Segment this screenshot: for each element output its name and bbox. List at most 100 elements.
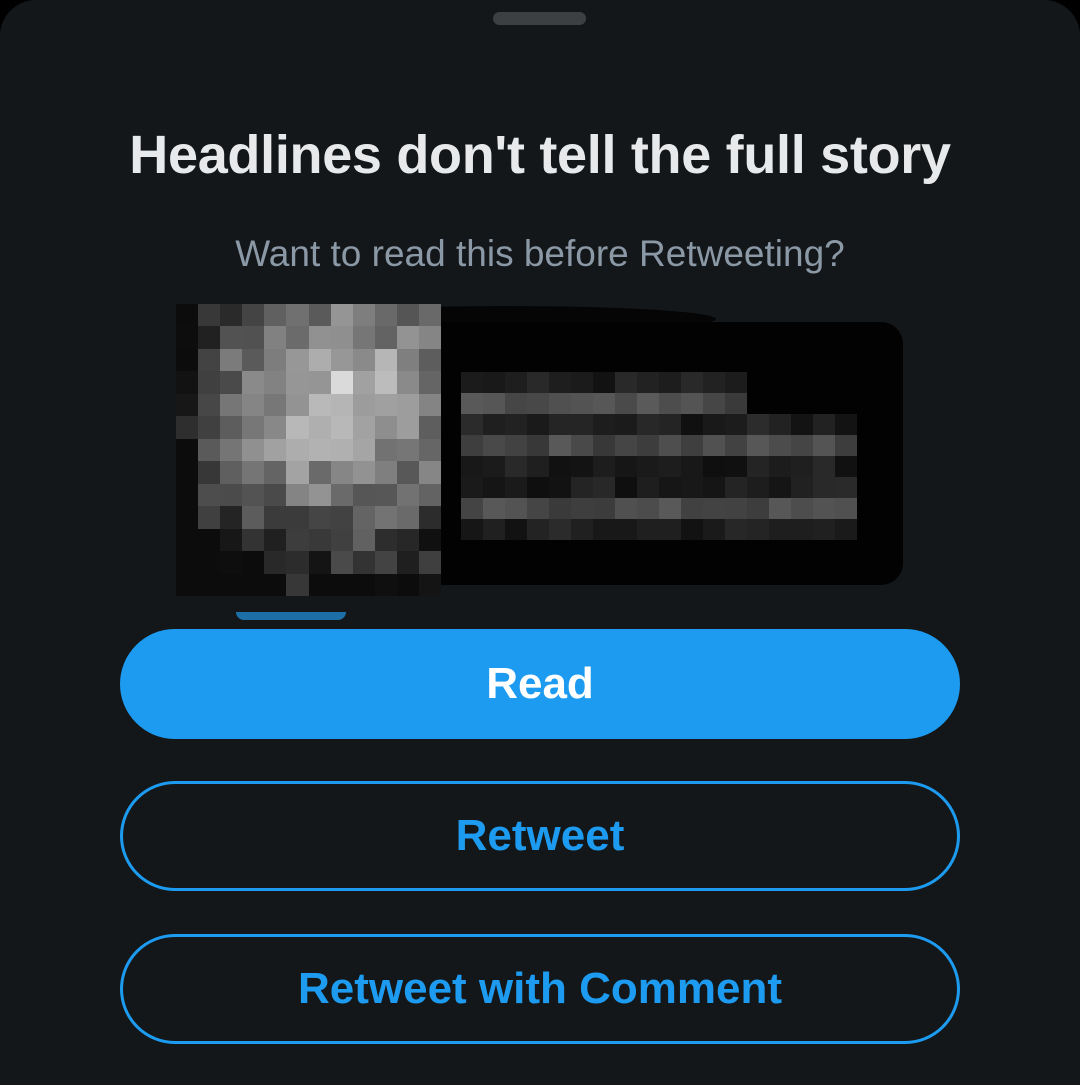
mosaic-cell — [483, 393, 505, 414]
mosaic-cell — [835, 435, 857, 456]
mosaic-cell — [220, 304, 243, 327]
mosaic-cell — [352, 371, 375, 394]
mosaic-cell — [791, 498, 813, 519]
mosaic-cell — [593, 372, 615, 393]
mosaic-cell — [571, 372, 593, 393]
mosaic-cell — [703, 435, 725, 456]
mosaic-cell — [549, 456, 571, 477]
mosaic-cell — [374, 483, 397, 507]
mosaic-row — [461, 477, 861, 498]
mosaic-cell — [549, 519, 571, 540]
mosaic-cell — [176, 416, 199, 439]
retweet-with-comment-button[interactable]: Retweet with Comment — [120, 934, 960, 1044]
mosaic-cell — [747, 498, 769, 519]
mosaic-row — [461, 372, 861, 393]
mosaic-cell — [703, 456, 725, 477]
mosaic-cell — [308, 573, 331, 596]
read-button[interactable]: Read — [120, 629, 960, 739]
mosaic-cell — [505, 498, 527, 519]
card-text-pixelated — [461, 372, 861, 540]
mosaic-cell — [264, 371, 287, 394]
mosaic-cell — [725, 372, 747, 393]
mosaic-cell — [242, 416, 265, 439]
mosaic-cell — [264, 326, 287, 349]
mosaic-cell — [286, 393, 309, 417]
link-preview-card[interactable] — [176, 300, 904, 620]
mosaic-cell — [637, 477, 659, 498]
mosaic-cell — [352, 573, 375, 596]
mosaic-cell — [483, 372, 505, 393]
mosaic-cell — [352, 528, 375, 552]
mosaic-cell — [198, 506, 221, 529]
mosaic-cell — [396, 573, 419, 596]
mosaic-cell — [242, 528, 265, 552]
retweet-button[interactable]: Retweet — [120, 781, 960, 891]
mosaic-cell — [330, 416, 353, 439]
mosaic-cell — [549, 414, 571, 435]
mosaic-cell — [659, 372, 681, 393]
mosaic-cell — [461, 519, 483, 540]
mosaic-cell — [637, 498, 659, 519]
mosaic-cell — [725, 414, 747, 435]
mosaic-cell — [308, 528, 331, 552]
mosaic-cell — [330, 573, 353, 596]
mosaic-cell — [374, 528, 397, 552]
mosaic-cell — [286, 348, 309, 372]
mosaic-cell — [220, 528, 243, 552]
mosaic-cell — [571, 477, 593, 498]
mosaic-cell — [286, 573, 309, 596]
mosaic-cell — [264, 461, 287, 484]
mosaic-cell — [286, 528, 309, 552]
mosaic-row — [461, 519, 861, 540]
mosaic-cell — [418, 506, 441, 529]
mosaic-cell — [264, 506, 287, 529]
mosaic-cell — [571, 435, 593, 456]
mosaic-cell — [747, 456, 769, 477]
mosaic-cell — [681, 393, 703, 414]
mosaic-cell — [835, 519, 857, 540]
mosaic-cell — [286, 416, 309, 439]
mosaic-cell — [176, 393, 199, 417]
mosaic-cell — [220, 393, 243, 417]
mosaic-cell — [242, 483, 265, 507]
mosaic-cell — [308, 393, 331, 417]
mosaic-cell — [242, 506, 265, 529]
mosaic-cell — [505, 414, 527, 435]
mosaic-cell — [242, 393, 265, 417]
mosaic-cell — [681, 456, 703, 477]
mosaic-cell — [352, 393, 375, 417]
mosaic-cell — [418, 573, 441, 596]
mosaic-cell — [374, 438, 397, 462]
sheet-grabber-handle[interactable] — [493, 12, 586, 25]
mosaic-cell — [176, 551, 199, 574]
mosaic-cell — [418, 326, 441, 349]
mosaic-cell — [505, 393, 527, 414]
mosaic-cell — [615, 393, 637, 414]
mosaic-cell — [330, 371, 353, 394]
mosaic-cell — [176, 304, 199, 327]
mosaic-cell — [286, 461, 309, 484]
mosaic-cell — [615, 498, 637, 519]
mosaic-cell — [637, 414, 659, 435]
mosaic-cell — [308, 326, 331, 349]
mosaic-cell — [461, 372, 483, 393]
mosaic-cell — [418, 304, 441, 327]
mosaic-cell — [835, 456, 857, 477]
mosaic-cell — [659, 414, 681, 435]
mosaic-cell — [418, 483, 441, 507]
mosaic-cell — [637, 393, 659, 414]
mosaic-cell — [286, 304, 309, 327]
mosaic-row — [461, 456, 861, 477]
mosaic-cell — [264, 483, 287, 507]
mosaic-cell — [461, 498, 483, 519]
mosaic-cell — [396, 416, 419, 439]
mosaic-cell — [681, 435, 703, 456]
mosaic-cell — [374, 371, 397, 394]
mosaic-cell — [352, 416, 375, 439]
mosaic-cell — [176, 438, 199, 462]
mosaic-cell — [571, 498, 593, 519]
mosaic-cell — [286, 551, 309, 574]
mosaic-cell — [571, 393, 593, 414]
card-thumbnail-pixelated — [176, 304, 441, 596]
mosaic-cell — [352, 304, 375, 327]
